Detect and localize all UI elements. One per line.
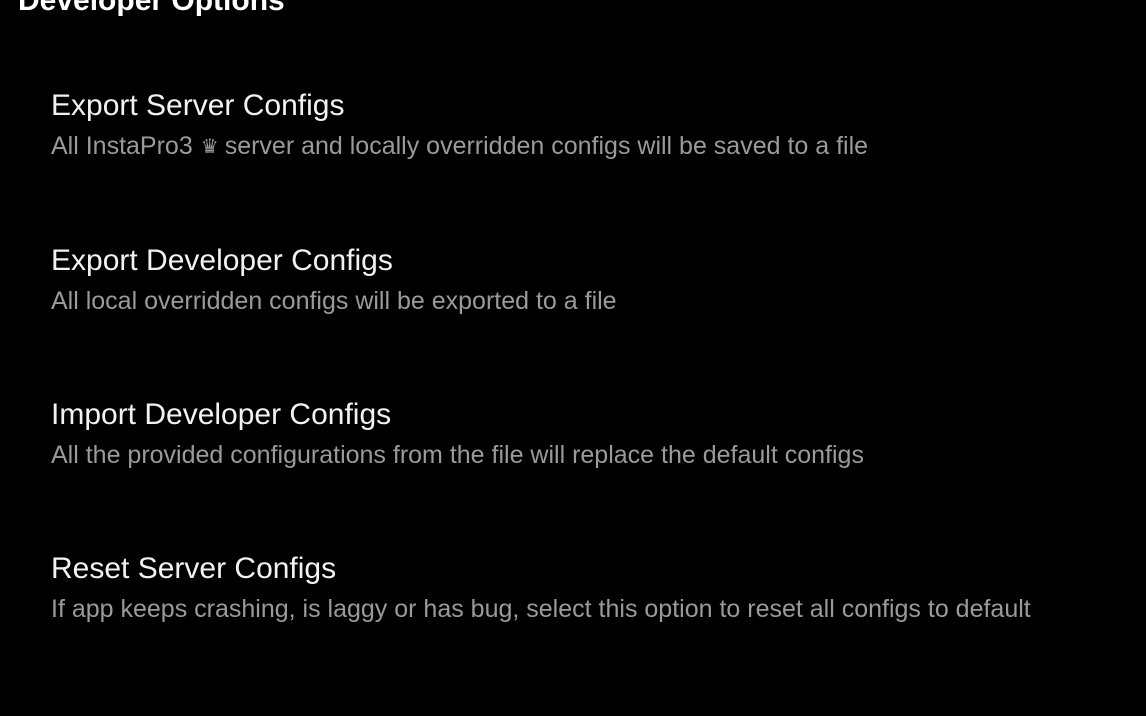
item-description: If app keeps crashing, is laggy or has b…: [51, 595, 1031, 623]
export-server-configs-item[interactable]: Export Server Configs All InstaPro3 ♛ serv…: [0, 88, 1146, 165]
item-description: All the provided configurations from the…: [51, 441, 864, 469]
item-title: Reset Server Configs: [51, 552, 337, 585]
page-title: Developer Options: [18, 0, 285, 17]
import-developer-configs-item[interactable]: Import Developer Configs All the provide…: [0, 397, 1146, 473]
item-description-part: server and locally overridden configs wi…: [224, 132, 869, 160]
item-title: Import Developer Configs: [51, 398, 392, 431]
item-description: All local overridden configs will be exp…: [51, 287, 617, 315]
crown-icon: ♛: [200, 136, 219, 158]
export-developer-configs-item[interactable]: Export Developer Configs All local overr…: [0, 243, 1146, 319]
reset-server-configs-item[interactable]: Reset Server Configs If app keeps crashi…: [0, 551, 1146, 627]
item-description-part: All InstaPro3: [51, 132, 193, 160]
item-title: Export Server Configs: [51, 89, 345, 122]
item-title: Export Developer Configs: [51, 244, 393, 277]
item-description: All InstaPro3 ♛ server and locally overrid…: [51, 129, 1126, 165]
